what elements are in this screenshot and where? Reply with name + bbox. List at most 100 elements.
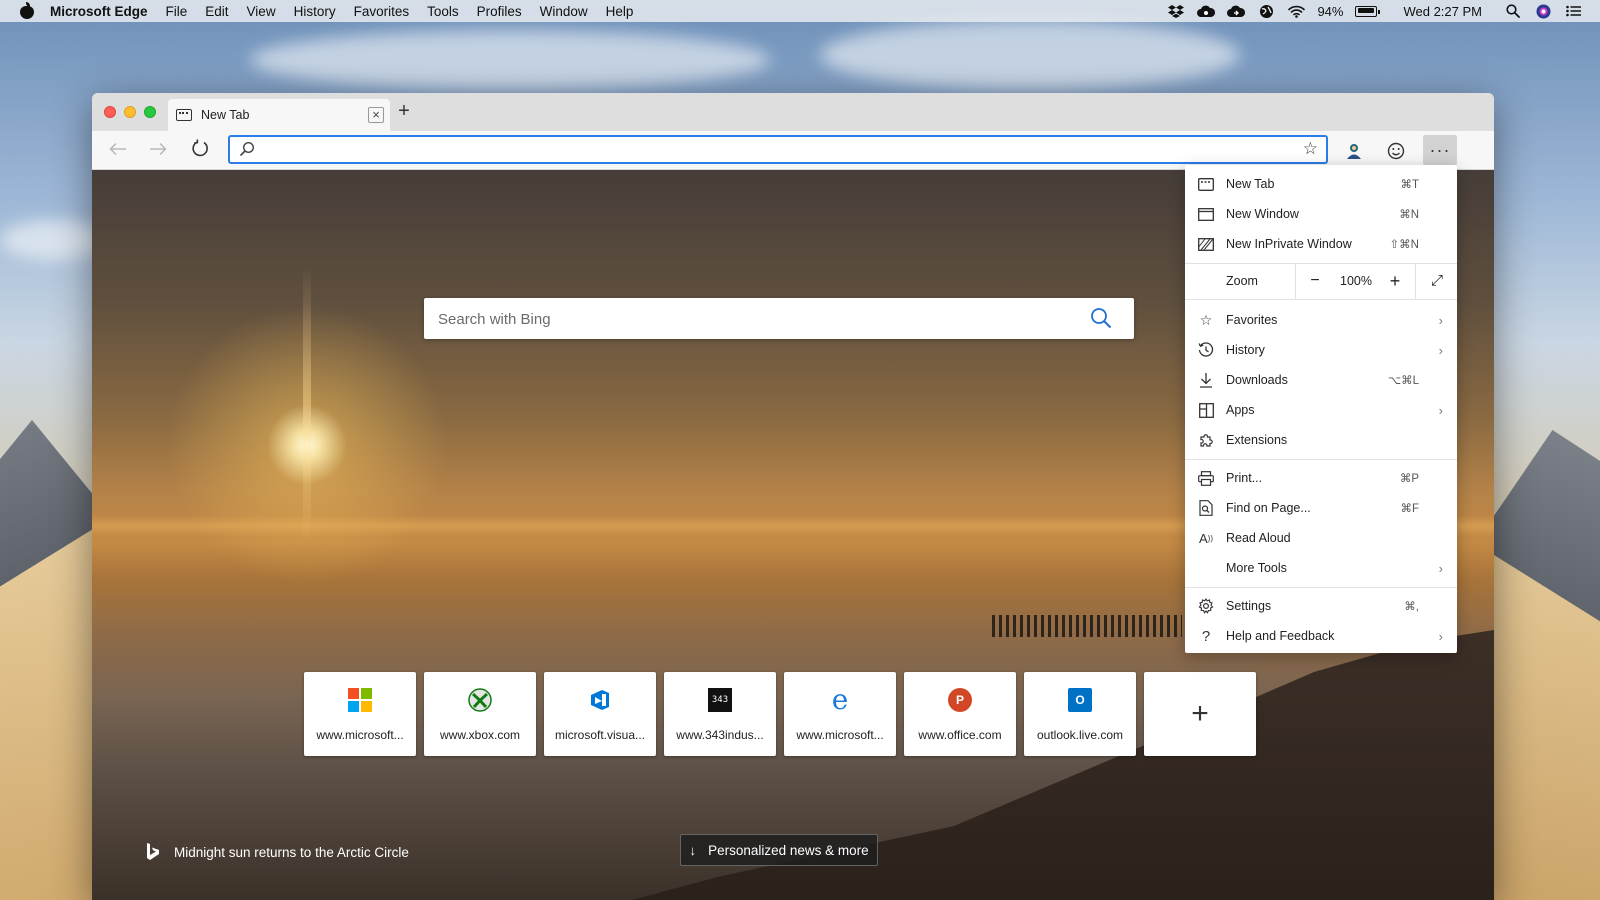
- search-icon: [239, 141, 255, 157]
- menu-item-settings[interactable]: Settings ⌘,: [1185, 591, 1457, 621]
- macos-menubar: Microsoft Edge File Edit View History Fa…: [0, 0, 1600, 22]
- menubar-history[interactable]: History: [294, 4, 336, 19]
- bing-search-box[interactable]: [424, 298, 1134, 339]
- edge-browser-window: New Tab × + ☆ ··· Search with Bing www.m…: [92, 93, 1494, 900]
- tab-new-tab[interactable]: New Tab ×: [168, 99, 390, 131]
- image-credit[interactable]: Midnight sun returns to the Arctic Circl…: [146, 843, 409, 861]
- menubar-clock[interactable]: Wed 2:27 PM: [1403, 4, 1482, 19]
- inprivate-icon: [1197, 235, 1215, 253]
- top-site-tile[interactable]: 343 www.343indus...: [664, 672, 776, 756]
- globe-icon[interactable]: [1257, 4, 1275, 18]
- menubar-view[interactable]: View: [247, 4, 276, 19]
- help-question-icon: ?: [1201, 627, 1211, 645]
- refresh-button[interactable]: [188, 139, 212, 163]
- menu-item-new-window[interactable]: New Window ⌘N: [1185, 199, 1457, 229]
- top-site-tile[interactable]: O outlook.live.com: [1024, 672, 1136, 756]
- menu-item-help-and-feedback[interactable]: ? Help and Feedback ›: [1185, 621, 1457, 651]
- menu-item-new-inprivate-window[interactable]: New InPrivate Window ⇧⌘N: [1185, 229, 1457, 259]
- download-icon: [1197, 371, 1215, 389]
- xbox-icon: [468, 688, 492, 712]
- top-sites: www.microsoft... www.xbox.com microsoft.…: [304, 672, 1256, 756]
- cloud-sync-icon[interactable]: [1227, 4, 1246, 18]
- personalized-news-label: Personalized news & more: [708, 842, 869, 858]
- top-site-tile[interactable]: microsoft.visua...: [544, 672, 656, 756]
- battery-icon[interactable]: [1355, 5, 1381, 17]
- profile-avatar-icon[interactable]: [1340, 137, 1368, 165]
- menu-item-extensions[interactable]: Extensions: [1185, 425, 1457, 455]
- minimize-window-button[interactable]: [124, 106, 136, 118]
- menubar-status-area: 94% Wed 2:27 PM: [1167, 4, 1600, 19]
- chevron-right-icon: ›: [1438, 402, 1443, 418]
- menubar-app-name[interactable]: Microsoft Edge: [50, 4, 148, 19]
- dropbox-icon[interactable]: [1167, 4, 1185, 18]
- menu-item-history[interactable]: History ›: [1185, 335, 1457, 365]
- close-tab-button[interactable]: ×: [368, 107, 384, 123]
- top-site-label: outlook.live.com: [1036, 728, 1124, 742]
- arrow-down-icon: ↓: [689, 842, 697, 858]
- search-icon[interactable]: [1090, 307, 1114, 331]
- add-site-tile[interactable]: +: [1144, 672, 1256, 756]
- menu-item-favorites[interactable]: ☆ Favorites ›: [1185, 305, 1457, 335]
- menu-item-new-tab[interactable]: New Tab ⌘T: [1185, 169, 1457, 199]
- top-site-label: www.office.com: [918, 728, 1002, 742]
- forward-button[interactable]: [146, 139, 170, 163]
- history-clock-icon: [1197, 341, 1215, 359]
- close-window-button[interactable]: [104, 106, 116, 118]
- menubar-help[interactable]: Help: [606, 4, 634, 19]
- zoom-divider: [1295, 264, 1296, 300]
- top-site-tile[interactable]: www.microsoft...: [304, 672, 416, 756]
- menu-item-find-on-page[interactable]: Find on Page... ⌘F: [1185, 493, 1457, 523]
- top-site-tile[interactable]: P www.office.com: [904, 672, 1016, 756]
- personalized-news-button[interactable]: ↓ Personalized news & more: [680, 834, 878, 866]
- menu-item-more-tools[interactable]: More Tools ›: [1185, 553, 1457, 583]
- zoom-out-button[interactable]: −: [1303, 270, 1327, 294]
- siri-icon[interactable]: [1534, 4, 1552, 18]
- menubar-favorites[interactable]: Favorites: [354, 4, 410, 19]
- top-site-label: www.microsoft...: [796, 728, 884, 742]
- settings-and-more-button[interactable]: ···: [1423, 135, 1457, 165]
- powerpoint-icon: P: [948, 688, 972, 712]
- notification-center-icon[interactable]: [1564, 4, 1582, 18]
- new-tab-button[interactable]: +: [394, 101, 414, 122]
- menubar-profiles[interactable]: Profiles: [477, 4, 522, 19]
- bing-search-input[interactable]: [438, 308, 1068, 330]
- chevron-right-icon: ›: [1438, 628, 1443, 644]
- back-button[interactable]: [106, 139, 130, 163]
- menu-item-downloads[interactable]: Downloads ⌥⌘L: [1185, 365, 1457, 395]
- image-credit-text: Midnight sun returns to the Arctic Circl…: [174, 844, 409, 860]
- feedback-smiley-icon[interactable]: [1382, 137, 1410, 165]
- menu-item-apps[interactable]: Apps ›: [1185, 395, 1457, 425]
- fullscreen-window-button[interactable]: [144, 106, 156, 118]
- menu-item-print[interactable]: Print... ⌘P: [1185, 463, 1457, 493]
- new-window-icon: [1197, 205, 1215, 223]
- edge-icon: e: [831, 683, 849, 716]
- visual-studio-icon: [588, 688, 612, 712]
- menubar-tools[interactable]: Tools: [427, 4, 459, 19]
- zoom-in-button[interactable]: +: [1383, 270, 1407, 294]
- wifi-icon[interactable]: [1287, 4, 1305, 18]
- background-crowd: [992, 615, 1182, 637]
- desktop-cloud: [820, 20, 1240, 90]
- creative-cloud-icon[interactable]: [1197, 4, 1216, 18]
- settings-and-more-menu: New Tab ⌘T New Window ⌘N New InPrivate W…: [1185, 165, 1457, 653]
- address-input[interactable]: [264, 140, 1264, 160]
- apple-menu-icon[interactable]: [20, 2, 34, 19]
- menubar-edit[interactable]: Edit: [205, 4, 228, 19]
- apps-grid-icon: [1197, 401, 1215, 419]
- desktop-cloud: [250, 30, 770, 90]
- new-tab-icon: [1197, 175, 1215, 193]
- menu-item-read-aloud[interactable]: A)) Read Aloud: [1185, 523, 1457, 553]
- printer-icon: [1197, 469, 1215, 487]
- menubar-file[interactable]: File: [166, 4, 188, 19]
- add-favorite-star-icon[interactable]: ☆: [1303, 139, 1318, 159]
- spotlight-search-icon[interactable]: [1504, 4, 1522, 18]
- zoom-level: 100%: [1340, 274, 1372, 288]
- puzzle-piece-icon: [1197, 431, 1215, 449]
- 343-industries-icon: 343: [708, 688, 732, 712]
- microsoft-logo-icon: [348, 688, 372, 712]
- top-site-tile[interactable]: www.xbox.com: [424, 672, 536, 756]
- fullscreen-icon[interactable]: ⤢: [1425, 270, 1449, 294]
- menubar-window[interactable]: Window: [540, 4, 588, 19]
- top-site-tile[interactable]: e www.microsoft...: [784, 672, 896, 756]
- address-bar[interactable]: ☆: [228, 135, 1328, 164]
